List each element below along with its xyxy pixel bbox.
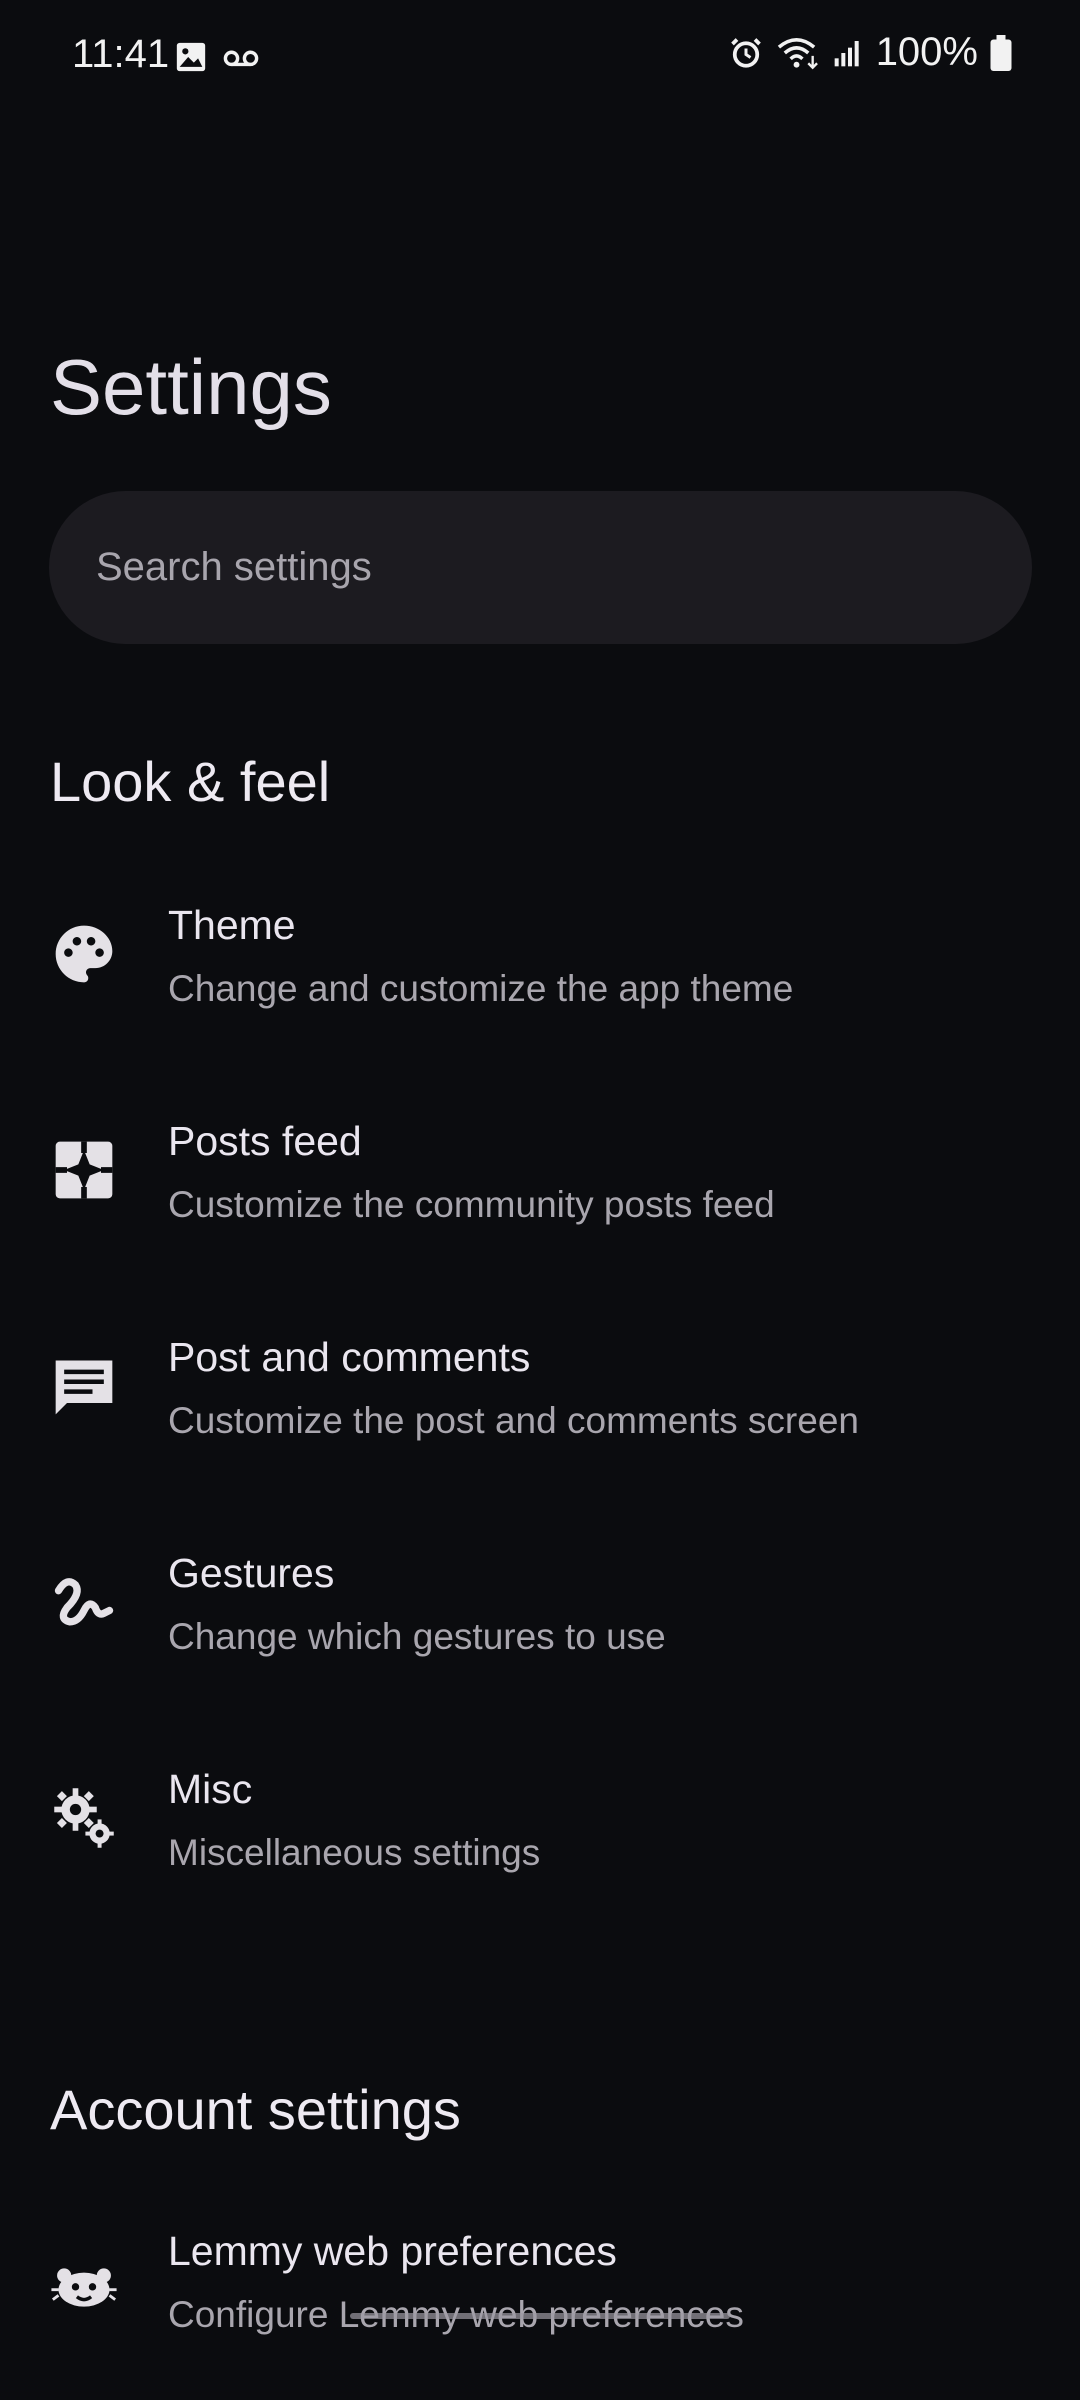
- navigation-gesture-handle[interactable]: [350, 2313, 730, 2319]
- setting-description: Change which gestures to use: [168, 1616, 666, 1657]
- status-time: 11:41: [72, 32, 170, 76]
- status-system-icons: 100%: [728, 30, 1012, 75]
- setting-item-posts-feed[interactable]: Posts feed Customize the community posts…: [0, 1086, 1080, 1286]
- setting-item-lemmy-web-preferences[interactable]: Lemmy web preferences Configure Lemmy we…: [0, 2200, 1080, 2400]
- setting-title: Lemmy web preferences: [168, 2228, 617, 2274]
- search-input[interactable]: Search settings: [96, 545, 372, 590]
- battery-percentage: 100%: [875, 30, 978, 74]
- page-title: Settings: [50, 343, 332, 431]
- setting-description: Customize the post and comments screen: [168, 1400, 859, 1441]
- lemmy-icon: [51, 2268, 117, 2307]
- section-header-look-and-feel: Look & feel: [50, 750, 331, 813]
- setting-title: Misc: [168, 1766, 253, 1812]
- gears-icon: [54, 1788, 114, 1848]
- setting-title: Gestures: [168, 1550, 335, 1596]
- search-bar[interactable]: Search settings: [49, 491, 1032, 644]
- image-notification-icon: [176, 42, 206, 72]
- section-header-account-settings: Account settings: [50, 2078, 461, 2141]
- setting-item-misc[interactable]: Misc Miscellaneous settings: [0, 1734, 1080, 1934]
- battery-icon: [990, 34, 1012, 71]
- status-notification-icons: [174, 40, 260, 74]
- gesture-icon: [54, 1578, 114, 1626]
- setting-title: Theme: [168, 902, 296, 948]
- setting-description: Customize the community posts feed: [168, 1184, 775, 1225]
- setting-title: Posts feed: [168, 1118, 362, 1164]
- setting-description: Change and customize the app theme: [168, 968, 794, 1009]
- setting-description: Miscellaneous settings: [168, 1832, 541, 1873]
- signal-icon: [834, 40, 859, 66]
- setting-title: Post and comments: [168, 1334, 531, 1380]
- voicemail-icon: [223, 50, 259, 67]
- setting-item-gestures[interactable]: Gestures Change which gestures to use: [0, 1518, 1080, 1718]
- wifi-icon: [777, 37, 818, 69]
- comment-icon: [55, 1360, 113, 1415]
- setting-item-post-and-comments[interactable]: Post and comments Customize the post and…: [0, 1302, 1080, 1502]
- setting-item-theme[interactable]: Theme Change and customize the app theme: [0, 870, 1080, 1070]
- status-bar: 11:41 100%: [0, 0, 1080, 112]
- alarm-icon: [730, 37, 761, 68]
- feed-icon: [55, 1141, 113, 1199]
- palette-icon: [55, 925, 113, 983]
